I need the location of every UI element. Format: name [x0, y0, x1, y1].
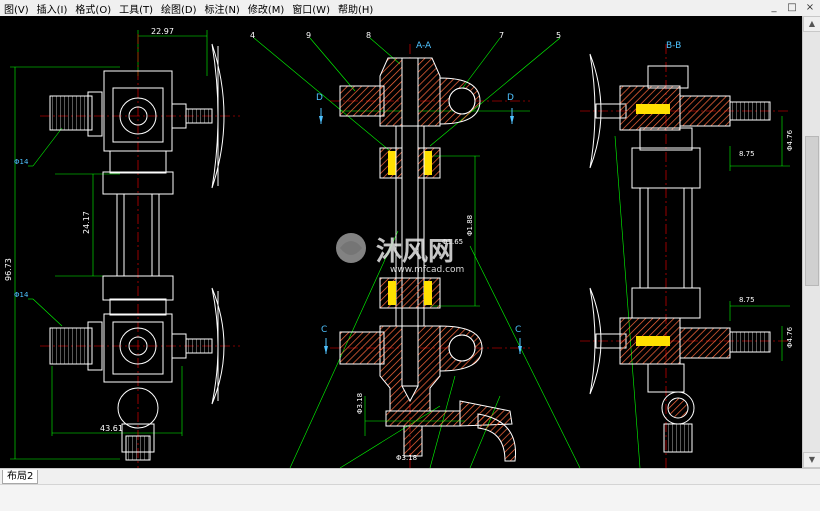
- menu-bar: 图(V) 插入(I) 格式(O) 工具(T) 绘图(D) 标注(N) 修改(M)…: [0, 0, 820, 17]
- section-bb-title: B-B: [666, 41, 681, 51]
- maximize-icon[interactable]: □: [786, 2, 798, 13]
- scroll-up-icon[interactable]: ▲: [803, 16, 820, 32]
- menu-draw[interactable]: 绘图(D): [157, 1, 201, 16]
- callout-8: 8: [366, 31, 371, 40]
- watermark-url: www.mfcad.com: [390, 265, 464, 275]
- view-c-left: C: [321, 325, 327, 335]
- callout-9: 9: [306, 31, 311, 40]
- dim-center-vert: Φ1.88: [466, 215, 474, 236]
- menu-dimension[interactable]: 标注(N): [201, 1, 244, 16]
- tab-layout2[interactable]: 布局2: [2, 470, 39, 484]
- menu-window[interactable]: 窗口(W): [288, 1, 334, 16]
- menu-tools[interactable]: 工具(T): [115, 1, 157, 16]
- scroll-down-icon[interactable]: ▼: [803, 452, 820, 468]
- layout-tab-bar: 布局2: [0, 468, 820, 485]
- menu-format[interactable]: 格式(O): [71, 1, 115, 16]
- view-c-right: C: [515, 325, 521, 335]
- close-icon[interactable]: ×: [804, 2, 816, 13]
- menu-help[interactable]: 帮助(H): [334, 1, 377, 16]
- scroll-thumb[interactable]: [805, 136, 819, 286]
- watermark-logo-text: 沐风网: [376, 237, 454, 267]
- section-markers: [319, 108, 522, 354]
- view-d-left: D: [316, 93, 323, 103]
- dim-phi-label-1: Φ14: [14, 158, 29, 166]
- callout-5: 5: [556, 31, 561, 40]
- window-controls: _ □ ×: [768, 2, 816, 13]
- dim-right-875-a: 8.75: [739, 150, 755, 158]
- dim-phi-label-2: Φ14: [14, 291, 29, 299]
- minimize-icon[interactable]: _: [768, 2, 780, 13]
- watermark: 沐风网 www.mfcad.com: [336, 233, 464, 275]
- status-strip: [0, 484, 820, 511]
- menu-view[interactable]: 图(V): [0, 1, 33, 16]
- left-view: [10, 30, 240, 468]
- section-aa-title: A-A: [416, 41, 432, 51]
- menu-insert[interactable]: 插入(I): [33, 1, 72, 16]
- dim-right-phi-b: Φ4.76: [786, 326, 794, 348]
- dim-mid-height: 24.17: [82, 211, 91, 234]
- section-bb-view: [580, 44, 790, 468]
- vertical-scrollbar[interactable]: ▲ ▼: [802, 16, 820, 468]
- callout-7: 7: [499, 31, 504, 40]
- dim-left-total: 96.73: [4, 258, 13, 281]
- callout-4: 4: [250, 31, 255, 40]
- menu-modify[interactable]: 修改(M): [244, 1, 288, 16]
- dim-bottom-318: Φ3.18: [356, 393, 364, 414]
- dim-bottom-width: 43.61: [100, 424, 123, 433]
- dim-bottom-phi318: Φ3.18: [396, 454, 417, 462]
- dim-right-phi-a: Φ4.76: [786, 129, 794, 151]
- view-d-right: D: [507, 93, 514, 103]
- cad-drawing: 22.97 96.73 24.17 43.61 Φ14 Φ14 A-A D D …: [4, 27, 794, 468]
- drawing-canvas[interactable]: 22.97 96.73 24.17 43.61 Φ14 Φ14 A-A D D …: [0, 16, 802, 468]
- dim-top-width: 22.97: [151, 27, 174, 36]
- dim-right-875-b: 8.75: [739, 296, 755, 304]
